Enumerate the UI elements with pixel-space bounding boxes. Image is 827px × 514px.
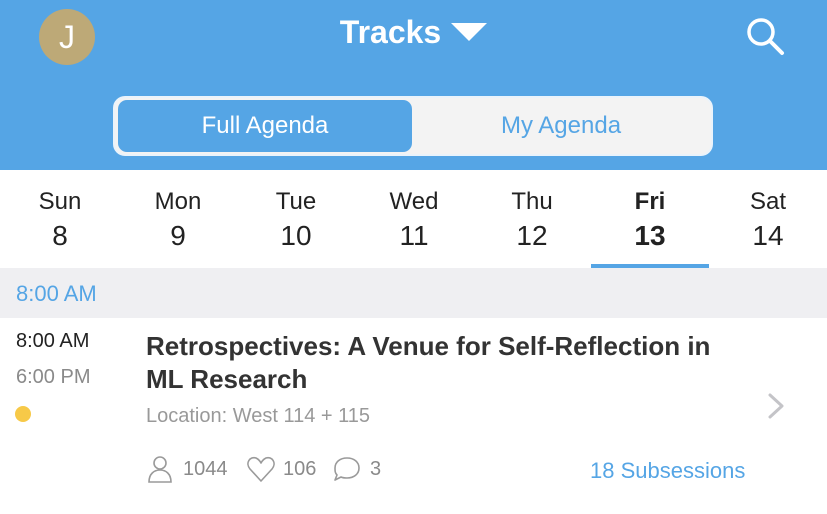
day-selector: Sun 8 Mon 9 Tue 10 Wed 11 Thu 12 Fri 13 … <box>0 170 827 268</box>
subsessions-link[interactable]: 18 Subsessions <box>590 458 745 484</box>
day-mon[interactable]: Mon 9 <box>119 170 237 268</box>
day-number: 14 <box>752 220 784 251</box>
day-name: Wed <box>389 188 439 215</box>
app-header: J Tracks Full Agenda My Agenda <box>0 0 827 170</box>
day-name: Tue <box>275 188 317 215</box>
session-end-time: 6:00 PM <box>16 366 91 388</box>
heart-icon <box>247 456 275 482</box>
person-icon <box>148 456 172 483</box>
comment-icon <box>334 457 360 481</box>
day-name: Sat <box>749 188 787 215</box>
day-thu[interactable]: Thu 12 <box>473 170 591 268</box>
day-sat[interactable]: Sat 14 <box>709 170 827 268</box>
comments-count: 3 <box>370 458 382 480</box>
day-tue[interactable]: Tue 10 <box>237 170 355 268</box>
caret-down-icon[interactable] <box>451 22 488 43</box>
session-location: Location: West 114 + 115 <box>146 405 371 427</box>
time-section-label: 8:00 AM <box>16 281 97 306</box>
session-start-time: 8:00 AM <box>16 330 90 352</box>
day-number: 9 <box>170 220 186 251</box>
day-number: 13 <box>634 220 666 251</box>
session-row[interactable]: 8:00 AM 6:00 PM Retrospectives: A Venue … <box>0 318 827 514</box>
day-fri[interactable]: Fri 13 <box>591 170 709 268</box>
search-icon[interactable] <box>745 16 785 56</box>
session-title: Retrospectives: A Venue for Self-Reflect… <box>146 331 711 394</box>
my-agenda-tab[interactable]: My Agenda <box>414 100 708 152</box>
day-name: Sun <box>38 188 82 215</box>
agenda-segmented-control: Full Agenda My Agenda <box>113 96 713 156</box>
day-number: 8 <box>52 220 68 251</box>
day-name: Mon <box>154 188 202 215</box>
track-color-dot <box>15 406 31 422</box>
attendees-count: 1044 <box>183 458 228 480</box>
day-sun[interactable]: Sun 8 <box>1 170 119 268</box>
day-number: 12 <box>516 220 548 251</box>
day-name: Fri <box>634 188 666 215</box>
day-number: 10 <box>280 220 312 251</box>
track-selector[interactable]: Tracks <box>0 14 827 51</box>
day-number: 11 <box>399 220 429 251</box>
page-title[interactable]: Tracks <box>340 14 441 50</box>
day-wed[interactable]: Wed 11 <box>355 170 473 268</box>
full-agenda-tab[interactable]: Full Agenda <box>118 100 412 152</box>
likes-count: 106 <box>283 458 317 480</box>
day-name: Thu <box>511 188 553 215</box>
time-section-header: 8:00 AM <box>0 268 827 318</box>
chevron-right-icon <box>768 393 784 419</box>
